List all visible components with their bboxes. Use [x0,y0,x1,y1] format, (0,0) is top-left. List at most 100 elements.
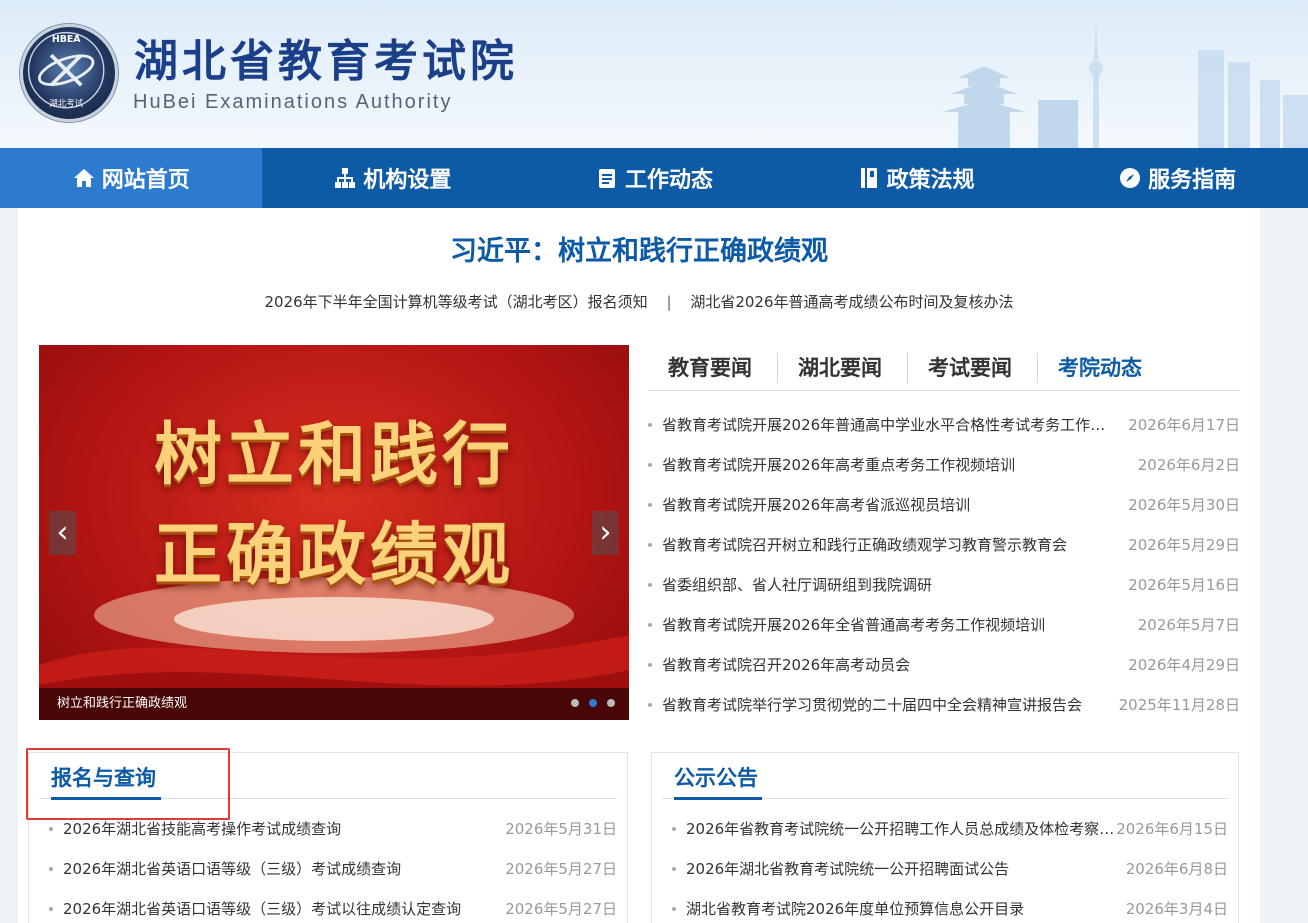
carousel-caption[interactable]: 树立和践行正确政绩观 [57,695,187,713]
list-item[interactable]: 省教育考试院开展2026年高考重点考务工作视频培训 2026年6月2日 [648,445,1240,485]
item-date: 2026年5月31日 [505,820,617,838]
item-title-link[interactable]: 省教育考试院开展2026年普通高中学业水平合格性考试考务工作视频培训 [662,415,1116,435]
item-title-link[interactable]: 省教育考试院召开树立和践行正确政绩观学习教育警示教育会 [662,535,1067,555]
list-item[interactable]: 2026年省教育考试院统一公开招聘工作人员总成绩及体检考察人员名单公示2026年… [672,809,1228,849]
carousel-prev-button[interactable]: ‹ [49,511,76,555]
news-tabs-panel: 教育要闻 湖北要闻 考试要闻 考院动态 省教育考试院开展2026年普通高中学业水… [648,345,1240,725]
carousel-next-button[interactable]: › [592,511,619,555]
org-chart-icon [333,166,357,190]
nav-item-organization[interactable]: 机构设置 [262,148,524,208]
item-date: 2026年6月17日 [1128,416,1240,434]
image-carousel[interactable]: 树立和践行 正确政绩观 ‹ › 树立和践行正确政绩观 [39,345,629,720]
list-item[interactable]: 省教育考试院开展2026年高考省派巡视员培训 2026年5月30日 [648,485,1240,525]
list-item[interactable]: 省教育考试院开展2026年普通高中学业水平合格性考试考务工作视频培训 2026年6… [648,405,1240,445]
nav-label-policy: 政策法规 [886,168,975,193]
bullet-icon [648,463,652,467]
registration-title[interactable]: 报名与查询 [51,763,156,793]
nav-label-organization: 机构设置 [363,168,452,193]
list-item[interactable]: 省教育考试院开展2026年全省普通高考考务工作视频培训 2026年5月7日 [648,605,1240,645]
item-title-link[interactable]: 2026年湖北省英语口语等级（三级）考试以往成绩认定查询 [63,899,461,919]
site-title: 湖北省教育考试院 [134,36,518,87]
item-date: 2026年3月4日 [1125,900,1228,918]
item-title-link[interactable]: 2026年省教育考试院统一公开招聘工作人员总成绩及体检考察人员名单公示 [686,819,1122,839]
nav-label-home: 网站首页 [101,168,190,193]
carousel-dot[interactable] [607,699,615,707]
bullet-icon [672,867,676,871]
list-item[interactable]: 2026年湖北省英语口语等级（三级）考试以往成绩认定查询 2026年5月27日 [49,889,617,923]
list-item[interactable]: 省教育考试院召开2026年高考动员会 2026年4月29日 [648,645,1240,685]
list-item[interactable]: 湖北省教育考试院2026年度单位预算信息公开目录 2026年3月4日 [672,889,1228,923]
item-title-link[interactable]: 省教育考试院开展2026年全省普通高考考务工作视频培训 [662,615,1045,635]
headline-link[interactable]: 习近平：树立和践行正确政绩观 [18,234,1260,270]
list-item[interactable]: 省教育考试院召开树立和践行正确政绩观学习教育警示教育会 2026年5月29日 [648,525,1240,565]
nav-item-policy[interactable]: 政策法规 [785,148,1047,208]
item-date: 2026年5月27日 [505,860,617,878]
subheadline-link[interactable]: 2026年下半年全国计算机等级考试（湖北考区）报名须知 [265,293,648,311]
item-title-link[interactable]: 省委组织部、省人社厅调研组到我院调研 [662,575,932,595]
item-date: 2026年6月8日 [1125,860,1228,878]
document-icon [595,166,619,190]
item-date: 2026年5月27日 [505,900,617,918]
list-item[interactable]: 省委组织部、省人社厅调研组到我院调研 2026年5月16日 [648,565,1240,605]
slide-headline-line2: 正确政绩观 [153,515,514,595]
bullet-icon [648,503,652,507]
nav-label-work-news: 工作动态 [624,168,713,193]
tab-hubei-news[interactable]: 湖北要闻 [778,352,908,383]
item-date: 2026年6月15日 [1116,820,1228,838]
subheadline-separator: | [666,293,672,311]
bullet-icon [648,703,652,707]
bullet-icon [648,623,652,627]
announcements-list: 2026年省教育考试院统一公开招聘工作人员总成绩及体检考察人员名单公示2026年… [672,809,1228,923]
bullet-icon [648,583,652,587]
bullet-icon [648,663,652,667]
news-list: 省教育考试院开展2026年普通高中学业水平合格性考试考务工作视频培训 2026年6… [648,405,1240,725]
list-item[interactable]: 省教育考试院举行学习贯彻党的二十届四中全会精神宣讲报告会 2025年11月28日 [648,685,1240,725]
item-date: 2025年11月28日 [1118,696,1240,714]
item-title-link[interactable]: 省教育考试院开展2026年高考重点考务工作视频培训 [662,455,1015,475]
title-underline [51,797,161,800]
nav-item-service[interactable]: 服务指南 [1046,148,1308,208]
item-title-link[interactable]: 省教育考试院召开2026年高考动员会 [662,655,910,675]
site-subtitle: HuBei Examinations Authority [133,91,453,113]
bullet-icon [648,423,652,427]
news-tab-bar: 教育要闻 湖北要闻 考试要闻 考院动态 [648,345,1240,391]
box-header: 报名与查询 [39,753,617,800]
item-title-link[interactable]: 湖北省教育考试院2026年度单位预算信息公开目录 [686,899,1024,919]
announcements-box: 公示公告 2026年省教育考试院统一公开招聘工作人员总成绩及体检考察人员名单公示… [651,752,1239,923]
nav-item-home[interactable]: 网站首页 [0,148,262,208]
carousel-dot-active[interactable] [589,699,597,707]
carousel-caption-bar: 树立和践行正确政绩观 [39,688,629,720]
item-title-link[interactable]: 省教育考试院举行学习贯彻党的二十届四中全会精神宣讲报告会 [662,695,1082,715]
item-title-link[interactable]: 省教育考试院开展2026年高考省派巡视员培训 [662,495,970,515]
announcements-title[interactable]: 公示公告 [674,763,758,793]
city-skyline-graphic [942,18,1308,148]
list-item[interactable]: 2026年湖北省技能高考操作考试成绩查询 2026年5月31日 [49,809,617,849]
item-date: 2026年6月2日 [1137,456,1240,474]
item-date: 2026年5月7日 [1137,616,1240,634]
carousel-dots [571,699,615,707]
slide-headline-line1: 树立和践行 [153,415,514,495]
registration-box: 报名与查询 2026年湖北省技能高考操作考试成绩查询 2026年5月31日 2026… [28,752,628,923]
title-underline [674,797,762,800]
book-icon [857,166,881,190]
nav-item-work-news[interactable]: 工作动态 [523,148,785,208]
item-title-link[interactable]: 2026年湖北省英语口语等级（三级）考试成绩查询 [63,859,401,879]
bullet-icon [672,907,676,911]
item-title-link[interactable]: 2026年湖北省教育考试院统一公开招聘面试公告 [686,859,1009,879]
header-banner: HBEA 湖北考试 湖北省教育考试院 HuBei Examinations Au… [0,0,1308,148]
item-date: 2026年5月29日 [1128,536,1240,554]
logo-icon[interactable]: HBEA 湖北考试 [20,24,118,122]
tab-authority-news[interactable]: 考院动态 [1038,353,1167,383]
list-item[interactable]: 2026年湖北省教育考试院统一公开招聘面试公告 2026年6月8日 [672,849,1228,889]
bullet-icon [49,907,53,911]
subheadline-link[interactable]: 湖北省2026年普通高考成绩公布时间及复核办法 [690,293,1013,311]
item-title-link[interactable]: 2026年湖北省技能高考操作考试成绩查询 [63,819,341,839]
list-item[interactable]: 2026年湖北省英语口语等级（三级）考试成绩查询 2026年5月27日 [49,849,617,889]
item-date: 2026年5月16日 [1128,576,1240,594]
tab-education-news[interactable]: 教育要闻 [648,352,778,383]
content-panel: 习近平：树立和践行正确政绩观 2026年下半年全国计算机等级考试（湖北考区）报名… [18,208,1260,923]
carousel-dot[interactable] [571,699,579,707]
bullet-icon [648,543,652,547]
bullet-icon [49,827,53,831]
tab-exam-news[interactable]: 考试要闻 [908,352,1038,383]
